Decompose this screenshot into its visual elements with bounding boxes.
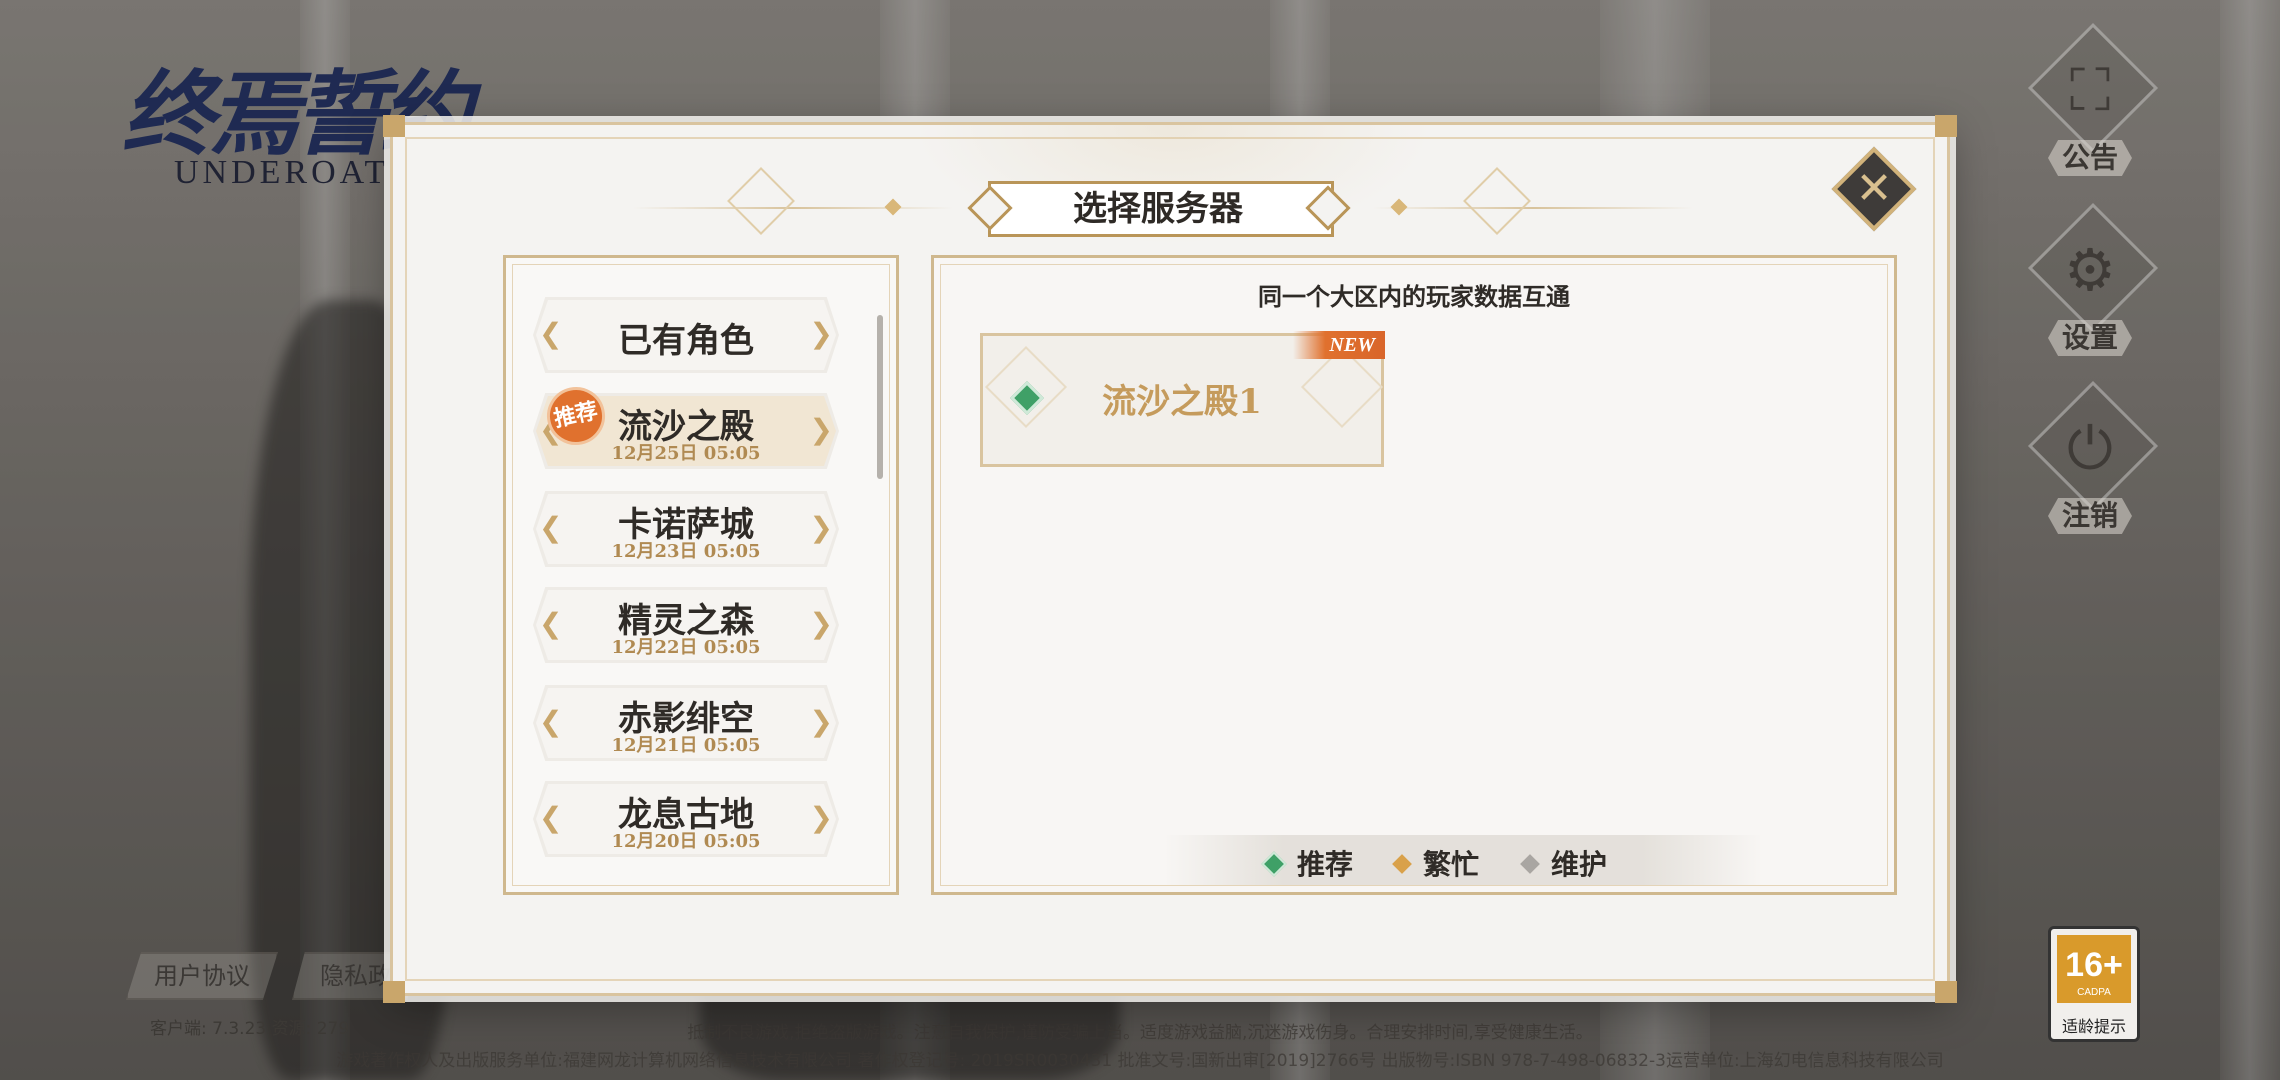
new-tag: NEW bbox=[1293, 331, 1385, 359]
settings-button[interactable]: ⚙ 设置 bbox=[2020, 202, 2160, 364]
maintenance-dot-icon bbox=[1520, 853, 1540, 874]
status-legend: 推荐 繁忙 维护 bbox=[1163, 835, 1763, 885]
server-list-item-date: 12月22日 05:05 bbox=[611, 637, 761, 658]
server-list-item[interactable]: ❮ ❯ 龙息古地 12月20日 05:05 bbox=[533, 781, 839, 857]
busy-dot-icon bbox=[1392, 853, 1412, 874]
server-list-item-date: 12月21日 05:05 bbox=[611, 735, 761, 756]
dialog-title-banner: 选择服务器 bbox=[967, 175, 1351, 239]
logout-label: 注销 bbox=[2048, 498, 2132, 534]
recommend-dot-icon bbox=[1261, 850, 1287, 877]
server-list-item[interactable]: ❮ ❯ 卡诺萨城 12月23日 05:05 bbox=[533, 491, 839, 567]
logout-icon: ⏻ bbox=[2067, 414, 2113, 482]
region-note: 同一个大区内的玩家数据互通 bbox=[1258, 282, 1570, 311]
announcement-label: 公告 bbox=[2048, 140, 2132, 176]
server-list-item-date: 12月20日 05:05 bbox=[611, 831, 761, 852]
legend-busy: 繁忙 bbox=[1392, 843, 1479, 883]
server-list-item-selected[interactable]: ❮ ❯ 流沙之殿 12月25日 05:05 推荐 bbox=[533, 381, 839, 469]
logout-button[interactable]: ⏻ 注销 bbox=[2020, 380, 2160, 542]
server-list-scrollbar[interactable] bbox=[877, 315, 883, 479]
legend-recommend: 推荐 bbox=[1261, 843, 1353, 883]
server-list-item-name: 已有角色 bbox=[618, 321, 754, 361]
server-select-dialog: 选择服务器 ✕ ❮ ❯ 已有角色 ❮ ❯ 流沙之殿 12月25日 05:05 推… bbox=[383, 115, 1957, 1003]
settings-label: 设置 bbox=[2048, 320, 2132, 356]
server-list-item-existing-roles[interactable]: ❮ ❯ 已有角色 bbox=[533, 297, 839, 373]
server-list-item[interactable]: ❮ ❯ 赤影绯空 12月21日 05:05 bbox=[533, 685, 839, 761]
legend-maintenance: 维护 bbox=[1520, 843, 1607, 883]
announcement-button[interactable]: ⛶ 公告 bbox=[2020, 22, 2160, 184]
health-notice: 抵制不良游戏,拒绝盗版游戏。注意自我保护,谨防受骗上当。适度游戏益脑,沉迷游戏伤… bbox=[687, 1023, 1593, 1043]
server-card-name: 流沙之殿1 bbox=[1102, 382, 1262, 422]
announcement-icon: ⛶ bbox=[2069, 56, 2111, 124]
close-icon: ✕ bbox=[1855, 163, 1893, 214]
age-rating-org: CADPA bbox=[2077, 987, 2111, 998]
server-list-item[interactable]: ❮ ❯ 精灵之森 12月22日 05:05 bbox=[533, 587, 839, 663]
settings-icon: ⚙ bbox=[2064, 236, 2116, 304]
age-rating-label: 适龄提示 bbox=[2061, 1017, 2126, 1036]
close-button[interactable]: ✕ bbox=[1831, 146, 1917, 232]
copyright-notice: 游戏著作权人及出版服务单位:福建网龙计算机网络信息技术有限公司 著作权登记号: … bbox=[336, 1051, 1944, 1071]
dialog-title: 选择服务器 bbox=[1073, 189, 1243, 229]
server-list-item-date: 12月23日 05:05 bbox=[611, 541, 761, 562]
user-agreement-link[interactable]: 用户协议 bbox=[126, 952, 278, 1000]
age-rating-badge[interactable]: 16+ CADPA 适龄提示 bbox=[2048, 926, 2140, 1042]
